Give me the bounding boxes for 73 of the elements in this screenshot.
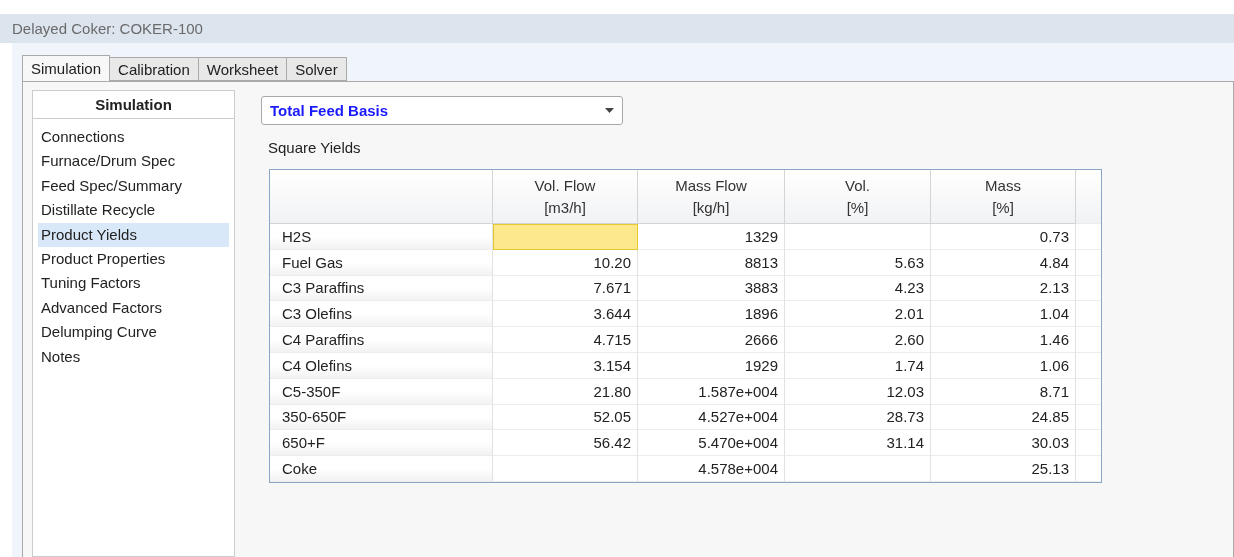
table-cell[interactable]: 56.42 [493,430,638,457]
table-cell[interactable]: 4.84 [931,249,1076,276]
table-cell[interactable]: 8813 [638,249,785,276]
sidebar-item[interactable]: Feed Spec/Summary [38,173,229,199]
table-cell[interactable]: 1.06 [931,353,1076,379]
table-cell[interactable]: 1.04 [931,301,1076,328]
basis-dropdown[interactable]: Total Feed Basis [261,96,623,125]
table-cell[interactable] [493,456,638,482]
table-cell[interactable]: 1896 [638,301,785,328]
table-cell[interactable] [785,456,931,482]
caret-icon [605,108,614,113]
table-cell[interactable]: 5.470e+004 [638,430,785,457]
table-cell[interactable] [785,224,931,250]
table-cell[interactable]: 2.60 [785,327,931,353]
table-cell[interactable]: 28.73 [785,404,931,431]
table-cell[interactable]: 3.644 [493,301,638,328]
tab[interactable]: Worksheet [197,57,288,81]
table-cell[interactable]: 1329 [638,224,785,250]
table-cell[interactable]: 2.13 [931,275,1076,302]
column-header: Mass Flow [kg/h] [638,170,785,224]
table-cell[interactable]: 1929 [638,353,785,379]
tab[interactable]: Calibration [109,57,199,81]
window-title: Delayed Coker: COKER-100 [0,14,1234,43]
table-cell[interactable]: 4.527e+004 [638,404,785,431]
column-header: Vol. Flow [m3/h] [493,170,638,224]
table-cell[interactable]: 2666 [638,327,785,353]
section-label: Square Yields [268,139,362,157]
table-cell[interactable]: 4.23 [785,275,931,302]
sidebar-item[interactable]: Product Yields [38,222,229,248]
sidebar-item[interactable]: Advanced Factors [38,295,229,321]
row-header: C3 Olefins [270,301,493,328]
table-cell[interactable]: 1.74 [785,353,931,379]
table-cell[interactable]: 5.63 [785,249,931,276]
table-cell[interactable]: 1.46 [931,327,1076,353]
table-cell[interactable]: 52.05 [493,404,638,431]
row-header: H2S [270,224,493,250]
row-header: C3 Paraffins [270,275,493,302]
table-cell[interactable]: 25.13 [931,456,1076,482]
table-cell[interactable]: 10.20 [493,249,638,276]
table-cell[interactable]: 21.80 [493,378,638,405]
table-cell[interactable]: 30.03 [931,430,1076,457]
sidebar-item[interactable]: Product Properties [38,247,229,272]
table-cell[interactable]: 12.03 [785,378,931,405]
sidebar-item[interactable]: Furnace/Drum Spec [38,149,229,174]
table-cell[interactable]: 0.73 [931,224,1076,250]
sidebar-title: Simulation [32,90,235,118]
table-cell[interactable]: 3.154 [493,353,638,379]
row-header: 650+F [270,430,493,457]
column-header: Mass [%] [931,170,1076,224]
row-header: C5-350F [270,378,493,405]
sidebar-item[interactable]: Tuning Factors [38,271,229,296]
table-cell[interactable]: 4.578e+004 [638,456,785,482]
sidebar-item[interactable]: Connections [38,125,229,150]
row-header: C4 Paraffins [270,327,493,353]
table-cell[interactable]: 2.01 [785,301,931,328]
table-cell[interactable]: 3883 [638,275,785,302]
sidebar-item[interactable]: Notes [38,344,229,370]
sidebar-item[interactable]: Delumping Curve [38,320,229,345]
row-header: 350-650F [270,404,493,431]
row-header: Fuel Gas [270,249,493,276]
sidebar-item[interactable]: Distillate Recycle [38,198,229,223]
table-cell[interactable]: 1.587e+004 [638,378,785,405]
table-cell[interactable]: 7.671 [493,275,638,302]
table-cell[interactable]: 31.14 [785,430,931,457]
row-header: Coke [270,456,493,482]
table-cell[interactable] [493,224,638,250]
column-header: Vol. [%] [785,170,931,224]
table-cell[interactable]: 8.71 [931,378,1076,405]
table-cell[interactable]: 24.85 [931,404,1076,431]
tab[interactable]: Simulation [22,55,111,81]
tab[interactable]: Solver [286,57,347,81]
table-cell[interactable]: 4.715 [493,327,638,353]
row-header: C4 Olefins [270,353,493,379]
